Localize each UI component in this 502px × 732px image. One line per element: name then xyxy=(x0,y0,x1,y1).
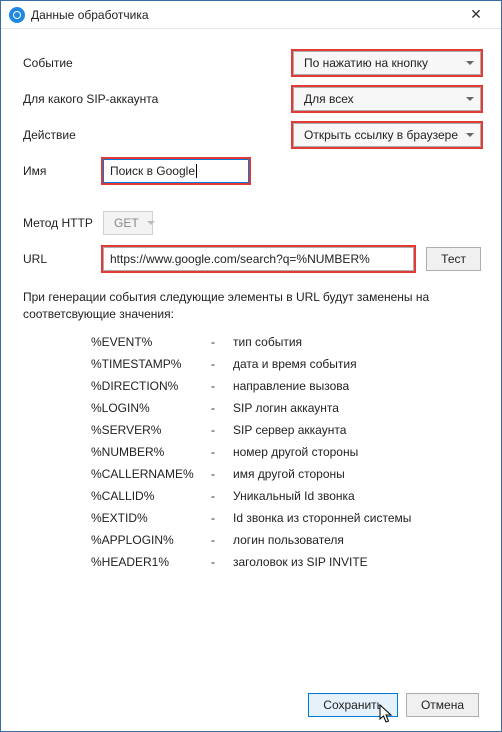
app-icon xyxy=(9,7,25,23)
macro-row: %TIMESTAMP%-дата и время события xyxy=(91,357,481,371)
macro-row: %EXTID%-Id звонка из сторонней системы xyxy=(91,511,481,525)
macro-desc: SIP сервер аккаунта xyxy=(233,423,481,437)
window-title: Данные обработчика xyxy=(31,8,455,22)
macro-dash: - xyxy=(211,379,233,393)
macro-dash: - xyxy=(211,533,233,547)
http-method-select[interactable]: GET xyxy=(103,211,153,235)
macro-desc: направление вызова xyxy=(233,379,481,393)
macro-dash: - xyxy=(211,555,233,569)
chevron-down-icon xyxy=(466,97,474,101)
macro-desc: номер другой стороны xyxy=(233,445,481,459)
macro-token: %EXTID% xyxy=(91,511,211,525)
macro-dash: - xyxy=(211,401,233,415)
name-input[interactable]: Поиск в Google xyxy=(103,159,249,183)
macro-token: %APPLOGIN% xyxy=(91,533,211,547)
event-select-value: По нажатию на кнопку xyxy=(304,56,428,70)
macro-desc: имя другой стороны xyxy=(233,467,481,481)
macro-row: %CALLERNAME%-имя другой стороны xyxy=(91,467,481,481)
macro-dash: - xyxy=(211,467,233,481)
macro-dash: - xyxy=(211,445,233,459)
info-text: При генерации события следующие элементы… xyxy=(23,289,481,323)
macro-token: %CALLERNAME% xyxy=(91,467,211,481)
macro-row: %LOGIN%-SIP логин аккаунта xyxy=(91,401,481,415)
macro-token: %CALLID% xyxy=(91,489,211,503)
sip-select-value: Для всех xyxy=(304,92,354,106)
macro-token: %EVENT% xyxy=(91,335,211,349)
macro-desc: Id звонка из сторонней системы xyxy=(233,511,481,525)
chevron-down-icon xyxy=(466,133,474,137)
action-select[interactable]: Открыть ссылку в браузере xyxy=(293,123,481,147)
macro-dash: - xyxy=(211,357,233,371)
test-button-label: Тест xyxy=(441,252,466,266)
macro-row: %SERVER%-SIP сервер аккаунта xyxy=(91,423,481,437)
test-button[interactable]: Тест xyxy=(426,247,481,271)
button-bar: Сохранить Отмена xyxy=(1,679,501,731)
save-button[interactable]: Сохранить xyxy=(308,693,398,717)
cancel-button[interactable]: Отмена xyxy=(406,693,479,717)
action-select-value: Открыть ссылку в браузере xyxy=(304,128,458,142)
url-input-value: https://www.google.com/search?q=%NUMBER% xyxy=(110,252,370,266)
macro-token: %LOGIN% xyxy=(91,401,211,415)
chevron-down-icon xyxy=(466,61,474,65)
method-select-value: GET xyxy=(114,216,139,230)
name-label: Имя xyxy=(23,164,103,178)
macro-dash: - xyxy=(211,423,233,437)
url-input[interactable]: https://www.google.com/search?q=%NUMBER% xyxy=(103,247,414,271)
macro-token: %TIMESTAMP% xyxy=(91,357,211,371)
macro-token: %NUMBER% xyxy=(91,445,211,459)
save-button-label: Сохранить xyxy=(323,698,383,712)
macro-desc: тип события xyxy=(233,335,481,349)
name-input-value: Поиск в Google xyxy=(110,164,195,178)
cancel-button-label: Отмена xyxy=(421,698,464,712)
macro-row: %HEADER1%-заголовок из SIP INVITE xyxy=(91,555,481,569)
macro-desc: Уникальный Id звонка xyxy=(233,489,481,503)
macro-desc: дата и время события xyxy=(233,357,481,371)
macro-row: %DIRECTION%-направление вызова xyxy=(91,379,481,393)
macro-table: %EVENT%-тип события%TIMESTAMP%-дата и вр… xyxy=(91,335,481,569)
close-button[interactable]: ✕ xyxy=(455,2,497,28)
macro-token: %SERVER% xyxy=(91,423,211,437)
sip-account-select[interactable]: Для всех xyxy=(293,87,481,111)
macro-dash: - xyxy=(211,335,233,349)
macro-token: %DIRECTION% xyxy=(91,379,211,393)
handler-data-dialog: Данные обработчика ✕ Событие По нажатию … xyxy=(0,0,502,732)
sip-label: Для какого SIP-аккаунта xyxy=(23,92,173,106)
macro-token: %HEADER1% xyxy=(91,555,211,569)
macro-dash: - xyxy=(211,489,233,503)
macro-desc: SIP логин аккаунта xyxy=(233,401,481,415)
event-select[interactable]: По нажатию на кнопку xyxy=(293,51,481,75)
macro-row: %NUMBER%-номер другой стороны xyxy=(91,445,481,459)
content-area: Событие По нажатию на кнопку Для какого … xyxy=(1,29,501,679)
macro-row: %EVENT%-тип события xyxy=(91,335,481,349)
chevron-down-icon xyxy=(147,221,155,225)
action-label: Действие xyxy=(23,128,103,142)
macro-desc: логин пользователя xyxy=(233,533,481,547)
macro-dash: - xyxy=(211,511,233,525)
macro-row: %APPLOGIN%-логин пользователя xyxy=(91,533,481,547)
macro-row: %CALLID%-Уникальный Id звонка xyxy=(91,489,481,503)
macro-desc: заголовок из SIP INVITE xyxy=(233,555,481,569)
url-label: URL xyxy=(23,252,103,266)
close-icon: ✕ xyxy=(470,6,482,23)
titlebar: Данные обработчика ✕ xyxy=(1,1,501,29)
event-label: Событие xyxy=(23,56,103,70)
method-label: Метод HTTP xyxy=(23,216,103,230)
